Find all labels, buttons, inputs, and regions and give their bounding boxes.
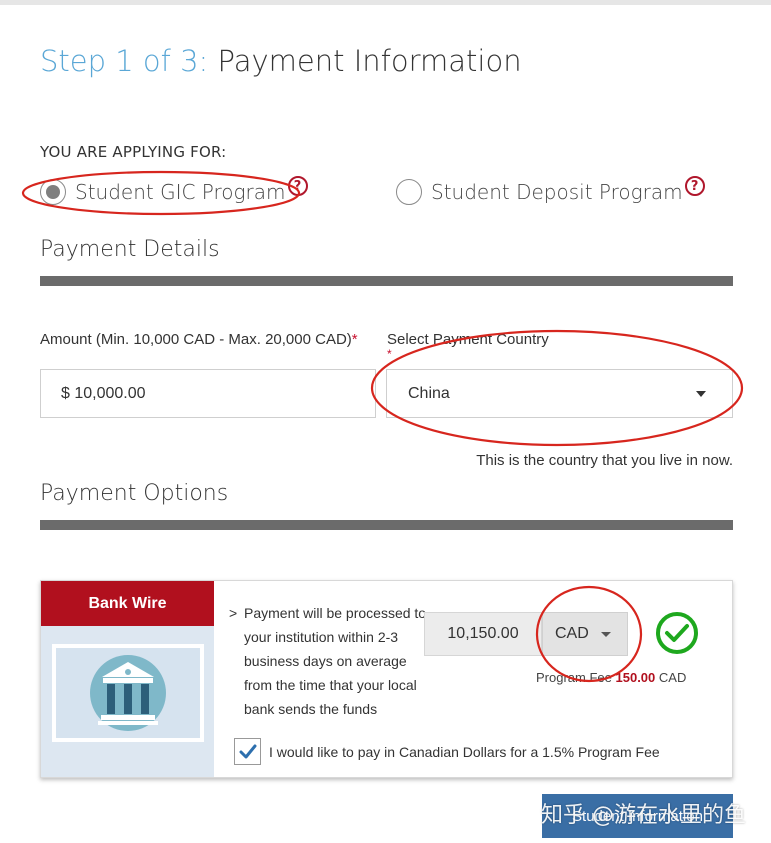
bank-wire-title: Bank Wire [41,581,214,626]
required-mark: * [387,347,392,361]
pay-in-cad-checkbox[interactable] [234,738,261,765]
radio-button-checked[interactable] [40,179,66,205]
watermark-text: 知乎 @游在水里的鱼 [541,803,746,828]
currency-select[interactable]: CAD [542,612,628,656]
selected-check-icon [656,612,698,654]
radio-label-student-gic: Student GIC Program [75,180,286,204]
program-fee-label: Program Fee [536,670,612,685]
page-title-text: Payment Information [217,44,522,78]
program-fee-line: Program Fee 150.00 CAD [536,670,686,685]
program-fee-value: 150.00 [615,670,656,685]
pay-in-cad-label[interactable]: I would like to pay in Canadian Dollars … [269,744,660,760]
help-question-icon[interactable]: ? [287,176,308,196]
amount-input[interactable]: $ 10,000.00 [40,369,376,418]
country-select[interactable]: China [386,369,733,418]
top-strip [0,0,771,5]
payment-options-heading: Payment Options [40,481,229,506]
country-hint: This is the country that you live in now… [476,452,733,469]
currency-select-value: CAD [555,625,589,642]
country-label: Select Payment Country [387,331,549,348]
bank-wire-card-side: Bank Wire [41,581,214,777]
amount-label: Amount (Min. 10,000 CAD - Max. 20,000 CA… [40,331,358,348]
radio-label-student-deposit: Student Deposit Program [431,180,683,204]
amount-label-text: Amount (Min. 10,000 CAD - Max. 20,000 CA… [40,331,352,348]
bank-wire-option-card[interactable]: Bank Wire > Payment will be processed to… [40,580,733,778]
country-select-value: China [408,384,450,402]
help-question-icon[interactable]: ? [684,176,705,196]
section-divider [40,276,733,286]
radio-student-deposit[interactable]: Student Deposit Program ? [396,175,705,209]
section-divider [40,520,733,530]
bank-building-icon [52,644,204,742]
bank-wire-description: Payment will be processed to your instit… [244,605,427,717]
step-indicator: Step 1 of 3: [40,44,209,78]
radio-student-gic[interactable]: Student GIC Program ? [40,175,308,209]
required-mark: * [351,331,358,348]
chevron-right-icon: > [229,605,238,621]
applying-for-label: YOU ARE APPLYING FOR: [40,143,227,161]
converted-amount: 10,150.00 [424,612,542,656]
payment-details-heading: Payment Details [40,237,220,262]
program-fee-currency: CAD [658,670,687,685]
radio-button-unchecked[interactable] [396,179,422,205]
checkmark-icon [239,744,256,759]
caret-down-icon [601,632,611,637]
page-title: Step 1 of 3: Payment Information [40,44,522,78]
caret-down-icon [696,391,706,397]
